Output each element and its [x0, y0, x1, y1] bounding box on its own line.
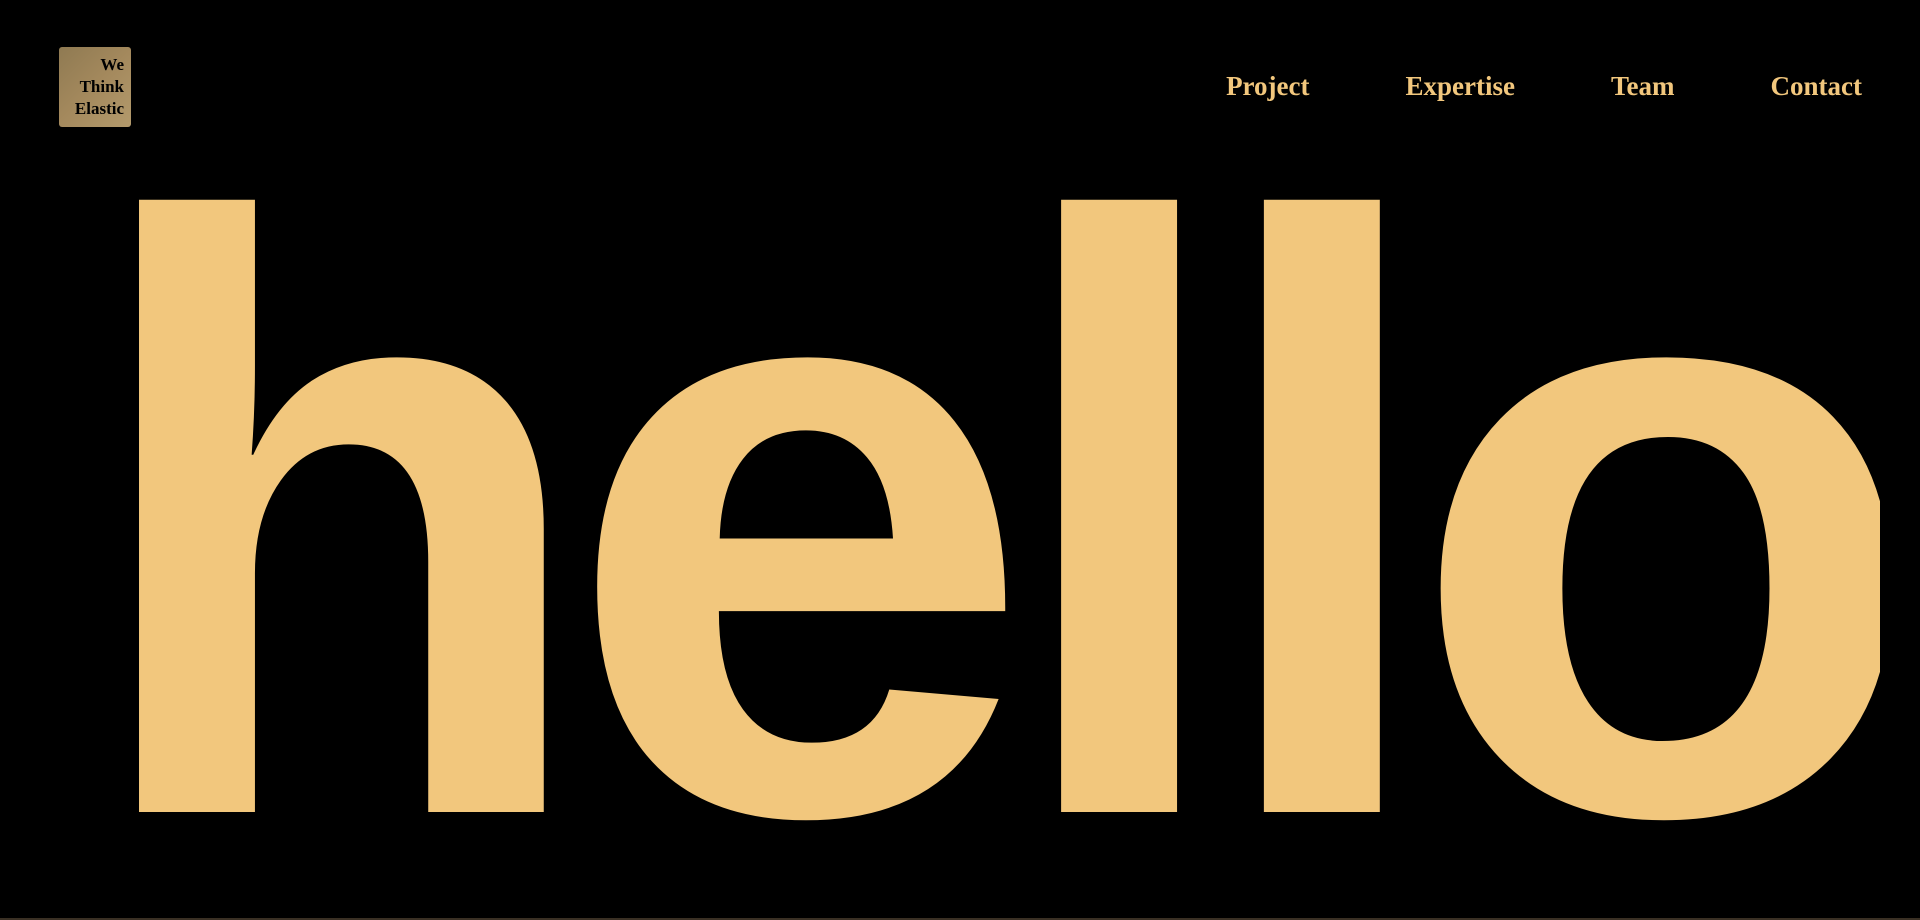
logo-line-we: We [100, 55, 124, 74]
hero-heading: hello [80, 160, 1880, 880]
logo-line-think: Think [79, 77, 124, 96]
main-navigation: Project Expertise Team Contact [1226, 68, 1862, 104]
nav-link-team[interactable]: Team [1611, 68, 1675, 104]
nav-link-project[interactable]: Project [1226, 68, 1309, 104]
nav-link-contact[interactable]: Contact [1771, 68, 1862, 104]
logo-line-elastic: Elastic [74, 99, 124, 118]
logo-link[interactable]: We Think Elastic [59, 47, 131, 127]
nav-link-expertise[interactable]: Expertise [1406, 68, 1515, 104]
page: We Think Elastic Project Expertise Team … [0, 0, 1920, 920]
